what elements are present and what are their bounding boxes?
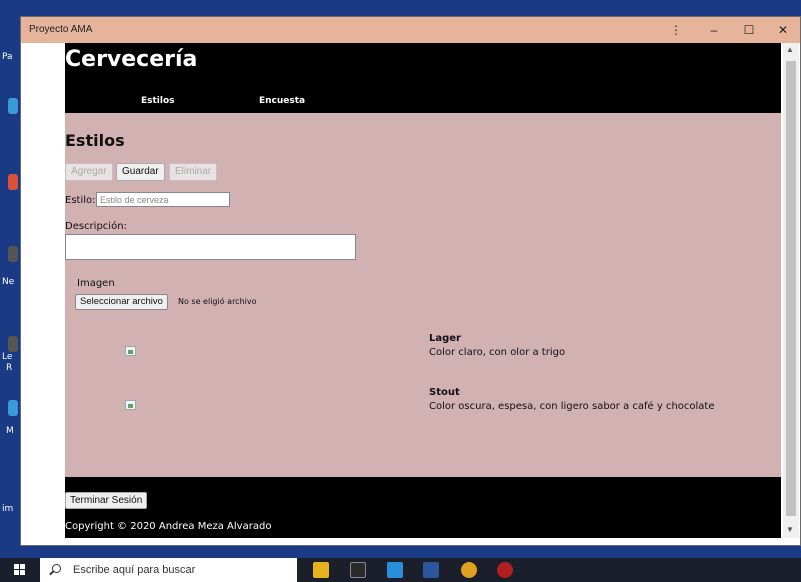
scroll-down-icon[interactable]: ▼ [786, 525, 794, 534]
search-icon [52, 564, 61, 573]
scrollbar-thumb[interactable] [786, 61, 796, 516]
style-input[interactable]: Estilo de cerveza [96, 192, 230, 207]
site-footer: Terminar Sesión Copyright © 2020 Andrea … [65, 477, 781, 538]
logout-button[interactable]: Terminar Sesión [65, 492, 148, 509]
page-content: Cervecería Estilos Encuesta Estilos Agre… [65, 43, 781, 538]
vscode-icon[interactable] [387, 562, 403, 578]
choose-file-button[interactable]: Seleccionar archivo [75, 294, 168, 310]
description-label: Descripción: [65, 221, 127, 232]
chrome-icon[interactable] [461, 562, 477, 578]
search-placeholder: Escribe aquí para buscar [73, 564, 196, 576]
app-icon[interactable] [497, 562, 513, 578]
menu-icon[interactable]: ⋮ [659, 19, 693, 41]
image-label: Imagen [77, 278, 115, 289]
site-header: Cervecería Estilos Encuesta [65, 43, 781, 113]
stout-image [125, 400, 136, 410]
description-input[interactable] [65, 234, 356, 260]
delete-button[interactable]: Eliminar [169, 163, 218, 181]
title-bar[interactable]: Proyecto AMA ⋮ – ☐ ✕ [21, 17, 800, 43]
word-icon[interactable] [423, 562, 439, 578]
terminal-icon[interactable] [350, 562, 366, 578]
file-status: No se eligió archivo [178, 297, 257, 306]
desktop-label: im [2, 504, 14, 514]
taskbar: Escribe aquí para buscar [0, 558, 801, 582]
desktop-icon[interactable] [8, 98, 18, 114]
scroll-up-icon[interactable]: ▲ [786, 45, 794, 54]
page-title: Estilos [65, 131, 125, 150]
desktop-label: M [6, 426, 14, 436]
minimize-button[interactable]: – [697, 19, 731, 41]
add-button[interactable]: Agregar [65, 163, 113, 181]
desktop-icon[interactable] [8, 400, 18, 416]
beer-description: Color claro, con olor a trigo [429, 347, 566, 358]
desktop-icon[interactable] [8, 336, 18, 352]
copyright-text: Copyright © 2020 Andrea Meza Alvarado [65, 521, 272, 532]
window-title: Proyecto AMA [29, 24, 93, 35]
taskbar-search-box[interactable]: Escribe aquí para buscar [40, 558, 297, 582]
desktop-label: Ne [2, 277, 15, 287]
beer-description: Color oscura, espesa, con ligero sabor a… [429, 401, 715, 412]
close-button[interactable]: ✕ [766, 19, 800, 41]
app-window: Proyecto AMA ⋮ – ☐ ✕ Cervecería Estilos … [20, 16, 801, 546]
save-button[interactable]: Guardar [116, 163, 165, 181]
desktop-label: Pa [2, 52, 13, 62]
file-explorer-icon[interactable] [313, 562, 329, 578]
windows-start-icon[interactable] [14, 564, 26, 576]
desktop-label: Le [2, 352, 13, 362]
style-label: Estilo: [65, 195, 96, 206]
lager-image [125, 346, 136, 356]
desktop-icon[interactable] [8, 174, 18, 190]
nav-link-estilos[interactable]: Estilos [141, 96, 175, 106]
desktop-icon[interactable] [8, 246, 18, 262]
desktop-label: R [6, 363, 13, 373]
nav-link-encuesta[interactable]: Encuesta [259, 96, 305, 106]
beer-name: Stout [429, 387, 460, 398]
beer-name: Lager [429, 333, 461, 344]
site-title: Cervecería [65, 47, 198, 72]
maximize-button[interactable]: ☐ [732, 19, 766, 41]
vertical-scrollbar[interactable]: ▲ ▼ [783, 43, 799, 538]
